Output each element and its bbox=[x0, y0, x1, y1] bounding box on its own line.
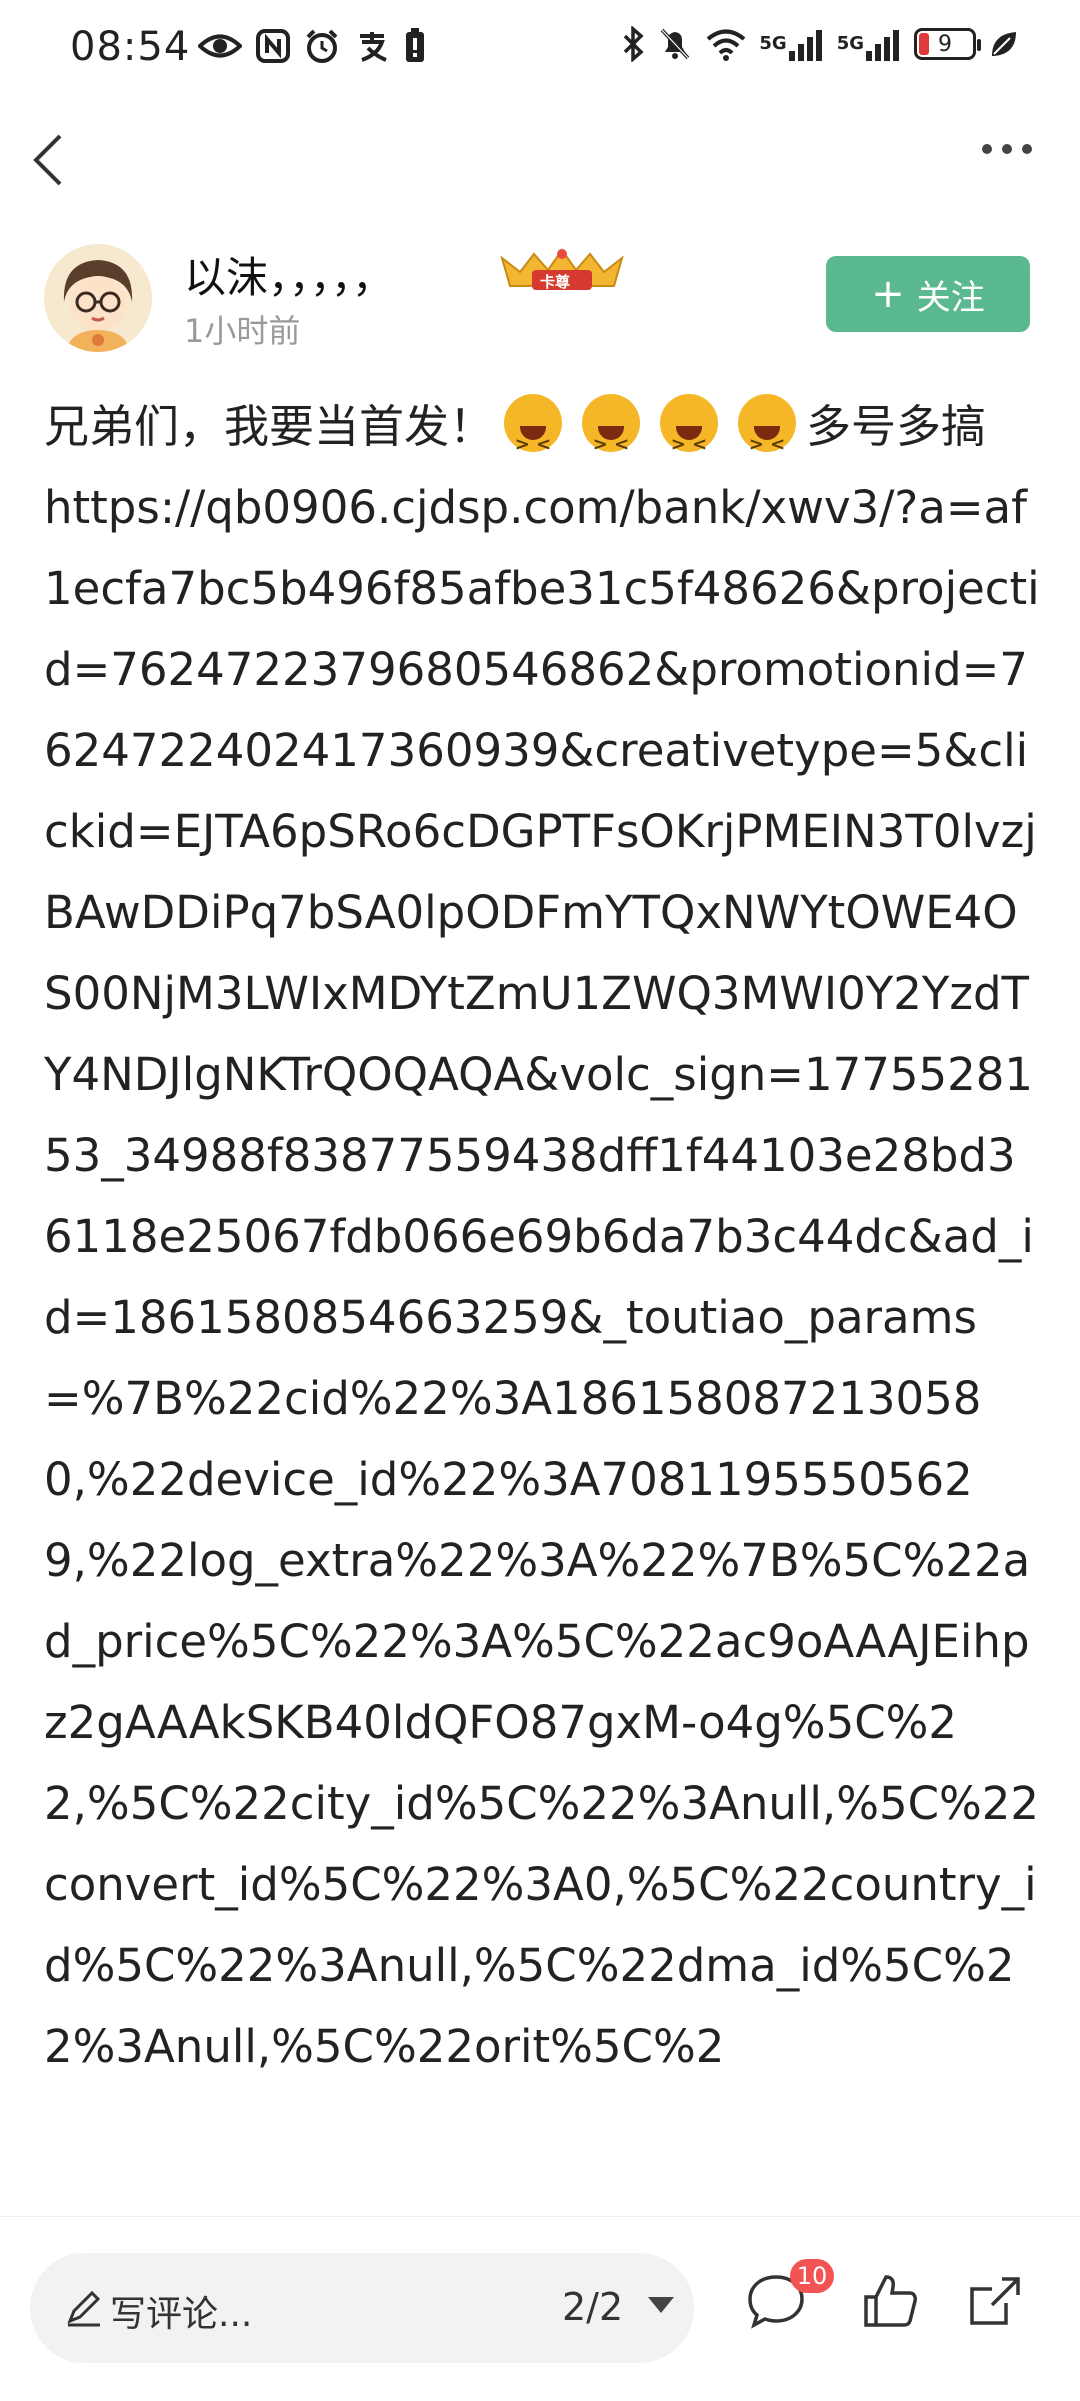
author-name[interactable]: 以沫，，，，， bbox=[184, 244, 394, 305]
avatar[interactable] bbox=[44, 244, 152, 352]
comment-placeholder: 写评论... bbox=[110, 2294, 253, 2335]
status-right-icons: 5G 5G 9 bbox=[621, 26, 1020, 62]
signal-5g-icon-1: 5G bbox=[759, 27, 824, 61]
badge-label: 卡尊 bbox=[540, 273, 571, 291]
dot-icon bbox=[982, 144, 992, 154]
page-indicator[interactable]: 2/2 bbox=[562, 2285, 623, 2329]
post-text[interactable]: 兄弟们，我要当首发！ 多号多搞 https://qb0906.cjdsp.com/b… bbox=[44, 386, 1040, 2087]
alipay-icon bbox=[354, 28, 390, 64]
wifi-icon bbox=[705, 27, 747, 61]
caret-down-icon[interactable] bbox=[648, 2297, 674, 2313]
post-url[interactable]: https://qb0906.cjdsp.com/bank/xwv3/?a=af… bbox=[44, 481, 1040, 2073]
plus-icon: + bbox=[871, 271, 905, 317]
nfc-icon bbox=[256, 29, 290, 63]
follow-button[interactable]: + 关注 bbox=[826, 256, 1030, 332]
leaf-icon bbox=[988, 28, 1020, 60]
post-time: 1小时前 bbox=[184, 312, 301, 350]
laugh-emoji-icon bbox=[660, 394, 719, 485]
vip-crown-badge: 卡尊 bbox=[492, 246, 632, 296]
laugh-emoji-icon bbox=[582, 394, 641, 485]
eye-icon bbox=[198, 31, 242, 61]
follow-label: 关注 bbox=[916, 277, 985, 318]
signal-5g-icon-2: 5G bbox=[837, 27, 902, 61]
more-options-button[interactable] bbox=[982, 144, 1032, 154]
top-nav bbox=[0, 110, 1080, 210]
like-thumb-icon[interactable] bbox=[858, 2269, 922, 2333]
post-text-after-emoji: 多号多搞 bbox=[806, 400, 987, 453]
comment-input[interactable]: 写评论... 2/2 bbox=[30, 2253, 694, 2363]
bluetooth-icon bbox=[621, 26, 645, 62]
share-icon[interactable] bbox=[962, 2269, 1026, 2333]
back-button[interactable] bbox=[24, 130, 84, 190]
battery-icon: 9 bbox=[914, 28, 981, 60]
status-left-icons bbox=[198, 28, 426, 64]
dot-icon bbox=[1002, 144, 1012, 154]
comment-count-badge: 10 bbox=[790, 2259, 834, 2293]
author-row: 以沫，，，，， 卡尊 1小时前 + 关注 bbox=[44, 244, 1044, 364]
bottom-bar: 写评论... 2/2 10 bbox=[0, 2216, 1080, 2401]
warning-battery-icon bbox=[404, 28, 426, 64]
laugh-emoji-icon bbox=[504, 394, 563, 485]
laugh-emoji-icon bbox=[738, 394, 797, 485]
dot-icon bbox=[1022, 144, 1032, 154]
pen-icon bbox=[67, 2290, 101, 2327]
status-time: 08:54 bbox=[70, 24, 191, 70]
avatar-image bbox=[44, 244, 152, 352]
post-text-prefix: 兄弟们，我要当首发！ bbox=[44, 400, 495, 453]
status-bar: 08:54 5G 5G 9 bbox=[0, 0, 1080, 100]
chevron-left-icon bbox=[33, 134, 62, 186]
alarm-icon bbox=[304, 28, 340, 64]
mute-bell-icon bbox=[657, 26, 693, 62]
post-content: 兄弟们，我要当首发！ 多号多搞 https://qb0906.cjdsp.com/b… bbox=[44, 386, 1040, 2216]
